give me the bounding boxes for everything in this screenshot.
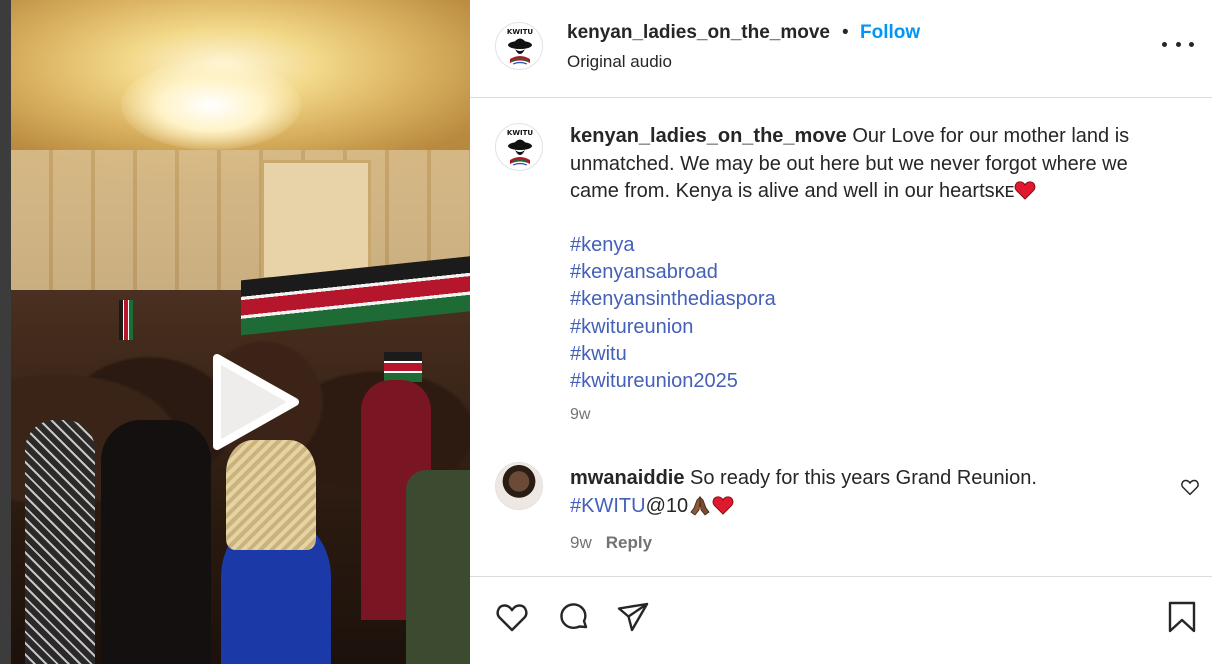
action-bar: [470, 576, 1212, 664]
comment-item: mwanaiddie So ready for this years Grand…: [470, 460, 1212, 560]
kenya-flag-small: [384, 352, 422, 382]
author-avatar[interactable]: KWITU: [495, 22, 543, 70]
more-options-icon[interactable]: [1162, 30, 1194, 58]
commenter-username[interactable]: mwanaiddie: [570, 467, 684, 489]
reply-button[interactable]: Reply: [606, 533, 652, 552]
dot: [1175, 41, 1181, 47]
follow-button[interactable]: Follow: [860, 22, 920, 44]
post-panel: KWITU kenyan_ladies_on_the_move • Follow…: [470, 0, 1212, 664]
reel-video[interactable]: [11, 0, 470, 664]
red-heart-emoji-icon: [712, 496, 734, 515]
kwitu-logo-icon: KWITU: [507, 28, 534, 65]
kwitu-logo-icon: KWITU: [507, 129, 534, 166]
red-heart-emoji-icon: [1015, 181, 1036, 200]
comment-meta: 9w Reply: [570, 533, 652, 553]
dancer-print-dress: [25, 420, 95, 664]
dancer-green-dress: [406, 470, 470, 664]
dot: [1162, 41, 1167, 47]
hashtag-list: #kenya #kenyansabroad #kenyansinthediasp…: [570, 232, 776, 395]
comment-body: So ready for this years Grand Reunion.: [684, 467, 1037, 489]
caption-suffix: ᴋᴇ: [994, 180, 1015, 202]
chandelier: [121, 60, 301, 150]
caption-timestamp[interactable]: 9w: [570, 406, 590, 424]
author-username[interactable]: kenyan_ladies_on_the_move: [567, 22, 830, 44]
hashtag-kwitureunion2025[interactable]: #kwitureunion2025: [570, 368, 776, 395]
separator-dot: •: [842, 22, 849, 43]
play-icon: [213, 354, 299, 450]
dancer-black-dress: [101, 420, 211, 664]
post-header: KWITU kenyan_ladies_on_the_move • Follow…: [470, 0, 1212, 98]
svg-text:KWITU: KWITU: [507, 129, 534, 137]
kenya-flag-tiny: [119, 300, 133, 340]
audio-label[interactable]: Original audio: [567, 52, 672, 72]
comment-timestamp[interactable]: 9w: [570, 533, 592, 552]
share-icon[interactable]: [615, 599, 651, 635]
dot: [1189, 41, 1194, 47]
hashtag-kenyansabroad[interactable]: #kenyansabroad: [570, 259, 776, 286]
caption-username[interactable]: kenyan_ladies_on_the_move: [570, 125, 847, 147]
stage-backdrop: [261, 160, 371, 280]
praying-hands-emoji-icon: [690, 496, 710, 516]
hashtag-kwitureunion[interactable]: #kwitureunion: [570, 314, 776, 341]
caption-author-avatar[interactable]: KWITU: [495, 123, 543, 171]
bookmark-icon[interactable]: [1164, 599, 1200, 635]
hashtag-kenyansinthediaspora[interactable]: #kenyansinthediaspora: [570, 286, 776, 313]
comment-tag-suffix: @10: [645, 495, 689, 517]
hashtag-kenya[interactable]: #kenya: [570, 232, 776, 259]
caption-text: kenyan_ladies_on_the_move Our Love for o…: [570, 123, 1180, 206]
comment-like-heart-icon[interactable]: [1180, 478, 1200, 496]
comment-icon[interactable]: [555, 599, 591, 635]
left-gutter: [0, 0, 11, 664]
heart-icon[interactable]: [494, 599, 530, 635]
comment-text: mwanaiddie So ready for this years Grand…: [570, 464, 1130, 520]
hashtag-kwitu[interactable]: #kwitu: [570, 341, 776, 368]
play-button[interactable]: [197, 346, 309, 458]
comment-hashtag[interactable]: #KWITU: [570, 495, 646, 517]
svg-text:KWITU: KWITU: [507, 28, 534, 36]
commenter-avatar[interactable]: [495, 462, 543, 510]
